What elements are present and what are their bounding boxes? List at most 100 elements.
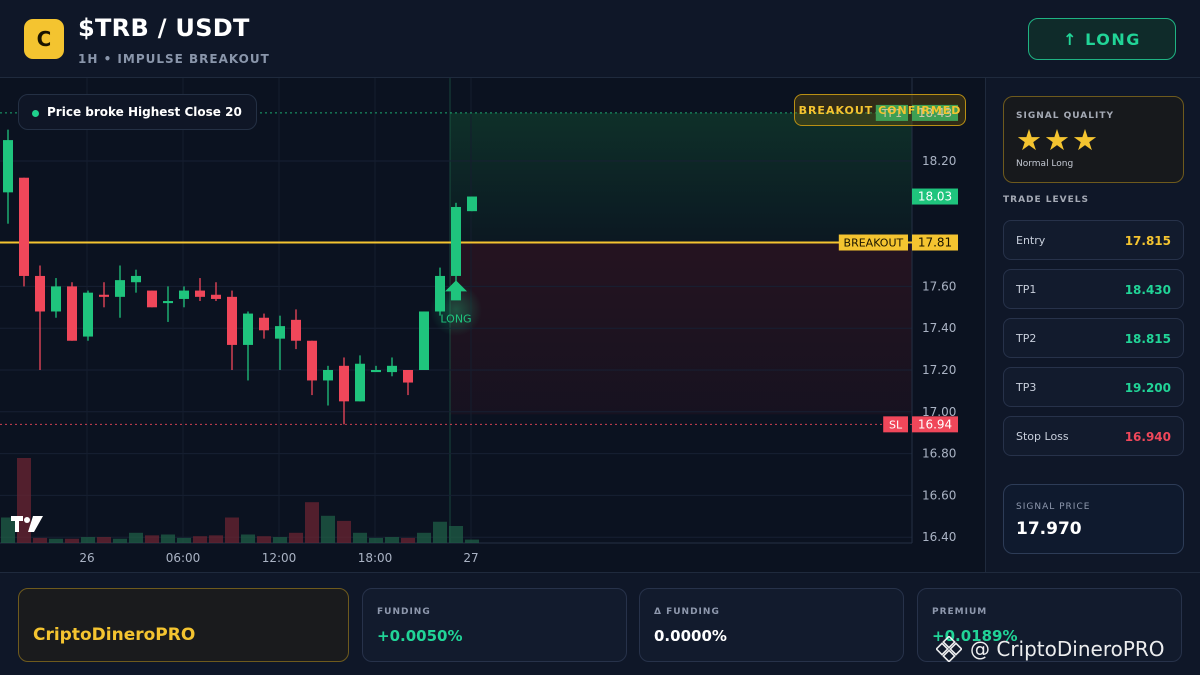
tradingview-logo-icon xyxy=(11,516,43,532)
price-tick-label: 16.80 xyxy=(922,447,956,461)
binance-logo-icon xyxy=(936,636,962,662)
trade-level-value: 19.200 xyxy=(1124,381,1171,395)
time-tick-label: 27 xyxy=(463,551,478,565)
candle-body xyxy=(83,292,93,337)
level-name-tag: SL xyxy=(889,418,903,431)
volume-bar xyxy=(33,537,47,543)
trade-level-value: 18.815 xyxy=(1124,332,1171,346)
volume-bar xyxy=(113,538,127,543)
candle-body xyxy=(435,275,445,312)
candle-body xyxy=(403,370,413,383)
candle-body xyxy=(307,340,317,381)
app-logo: C xyxy=(24,19,64,59)
funding-card: FUNDING +0.0050% xyxy=(362,588,627,662)
page-subtitle: 1H • IMPULSE BREAKOUT xyxy=(78,52,270,66)
candle-body xyxy=(467,196,477,212)
profit-zone xyxy=(450,112,912,243)
candle-body xyxy=(147,290,157,308)
candle-body xyxy=(387,365,397,373)
delta-funding-label: Δ FUNDING xyxy=(654,607,720,617)
volume-bar xyxy=(401,537,415,543)
candlestick-chart[interactable]: 18.2017.6017.4017.2017.0016.8016.6016.40… xyxy=(0,78,985,572)
long-signal-button[interactable]: ↑ LONG xyxy=(1028,18,1176,60)
volume-bar xyxy=(433,521,447,543)
volume-bar xyxy=(161,534,175,543)
signal-price-value: 17.970 xyxy=(1016,519,1082,539)
candle-body xyxy=(355,363,365,402)
time-tick-label: 12:00 xyxy=(262,551,297,565)
breakout-note: Price broke Highest Close 20 xyxy=(18,94,257,130)
page-title: $TRB / USDT xyxy=(78,14,250,42)
premium-label: PREMIUM xyxy=(932,607,988,617)
delta-funding-card: Δ FUNDING 0.0000% xyxy=(639,588,904,662)
candle-body xyxy=(227,296,237,345)
price-tick-label: 16.60 xyxy=(922,488,956,502)
signal-quality-card: SIGNAL QUALITY ★★★ Normal Long xyxy=(1003,96,1184,183)
funding-label: FUNDING xyxy=(377,607,431,617)
candle-body xyxy=(35,275,45,312)
breakout-note-text: Price broke Highest Close 20 xyxy=(47,105,242,119)
signal-quality-label: Normal Long xyxy=(1016,159,1074,169)
volume-bar xyxy=(129,532,143,543)
volume-bar xyxy=(465,539,479,543)
trade-level-name: Stop Loss xyxy=(1016,430,1069,443)
candle-body xyxy=(211,294,221,299)
price-tick-label: 18.20 xyxy=(922,154,956,168)
watermark-text: @ CriptoDineroPRO xyxy=(970,637,1165,661)
signal-price-title: SIGNAL PRICE xyxy=(1016,502,1091,512)
brand-name: CriptoDineroPRO xyxy=(33,625,196,645)
volume-bar xyxy=(177,537,191,543)
candle-body xyxy=(3,140,13,193)
brand-card: CriptoDineroPRO xyxy=(18,588,349,662)
volume-bar xyxy=(65,538,79,543)
volume-bar xyxy=(81,537,95,543)
price-chart[interactable]: 18.20 17.60 17.40 17.20 17.00 16.80 16.60 16.40… xyxy=(0,78,985,572)
price-tick-label: 16.40 xyxy=(922,530,956,544)
price-tick-label: 17.60 xyxy=(922,279,956,293)
volume-bar xyxy=(449,526,463,543)
candle-body xyxy=(115,280,125,297)
funding-value: +0.0050% xyxy=(377,627,463,645)
signal-price-card: SIGNAL PRICE 17.970 xyxy=(1003,484,1184,554)
status-dot-icon xyxy=(32,110,39,117)
candle-body xyxy=(195,290,205,297)
candle-body xyxy=(339,365,349,402)
trade-level-name: Entry xyxy=(1016,234,1046,247)
level-price-tag-sl: 16.94 xyxy=(918,417,952,431)
volume-bar xyxy=(225,517,239,543)
volume-bar xyxy=(289,532,303,543)
volume-bar xyxy=(305,502,319,543)
candle-body xyxy=(323,370,333,381)
footer: CriptoDineroPRO FUNDING +0.0050% Δ FUNDI… xyxy=(0,572,1200,675)
signal-sidebar: SIGNAL QUALITY ★★★ Normal Long TRADE LEV… xyxy=(985,78,1200,572)
candle-body xyxy=(275,326,285,339)
delta-funding-value: 0.0000% xyxy=(654,627,727,645)
candle-body xyxy=(451,206,461,276)
candle-body xyxy=(67,286,77,341)
trade-level-name: TP2 xyxy=(1016,332,1037,345)
price-tick-label: 17.40 xyxy=(922,321,956,335)
volume-bar xyxy=(49,538,63,543)
level-name-tag: BREAKOUT xyxy=(844,237,904,250)
volume-bar xyxy=(385,537,399,543)
candle-body xyxy=(51,286,61,312)
last-price-tag: 18.03 xyxy=(918,190,952,204)
time-tick-label: 06:00 xyxy=(166,551,201,565)
candle-body xyxy=(131,275,141,283)
level-price-tag-breakout: 17.81 xyxy=(918,236,952,250)
volume-bar xyxy=(321,515,335,543)
trade-level-row: TP1 18.430 xyxy=(1003,269,1184,309)
volume-bar xyxy=(145,535,159,543)
breakout-confirmed-badge: BREAKOUT CONFIRMED xyxy=(794,94,966,126)
long-marker-label: LONG xyxy=(440,312,471,325)
candle-body xyxy=(291,319,301,341)
rating-stars-icon: ★★★ xyxy=(1016,123,1100,157)
candle-body xyxy=(419,311,429,370)
volume-bar xyxy=(97,537,111,543)
candle-body xyxy=(179,290,189,299)
time-tick-label: 18:00 xyxy=(358,551,393,565)
trade-levels-title: TRADE LEVELS xyxy=(1003,195,1089,205)
candle-body xyxy=(163,301,173,304)
volume-bar xyxy=(369,537,383,543)
trade-level-value: 18.430 xyxy=(1124,283,1171,297)
